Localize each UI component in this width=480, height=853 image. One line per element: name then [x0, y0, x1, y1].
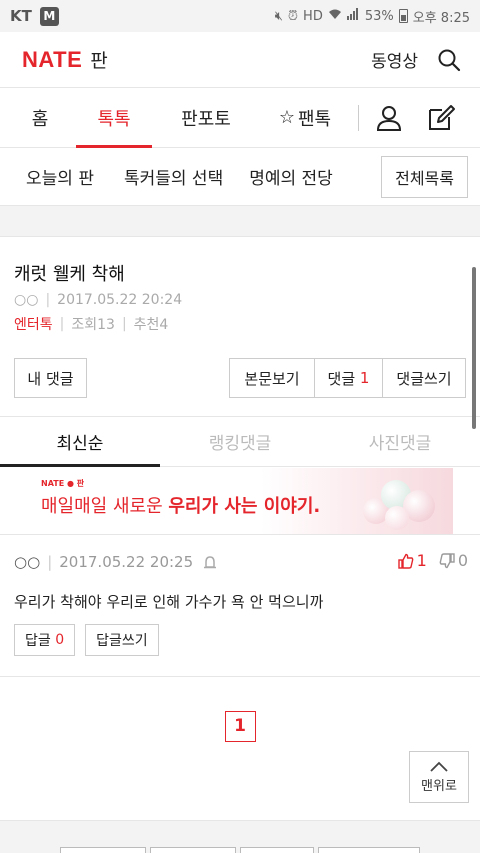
comment-text: 우리가 착해야 우리로 인해 가수가 욕 안 먹으니까 [14, 593, 324, 611]
nate-logo: NATE [22, 47, 83, 72]
app-header: NATE 판 동영상 [0, 32, 480, 88]
comment-date: 2017.05.22 20:25 [59, 553, 194, 571]
nate-pan-logo[interactable]: NATE 판 [22, 46, 108, 73]
write-comment-button[interactable]: 댓글쓰기 [382, 358, 466, 398]
battery-percent: 53% [364, 8, 394, 24]
back-to-top-label: 맨위로 [421, 778, 457, 794]
banner-text-bold: 우리가 사는 이야기. [168, 495, 321, 517]
downvote-count: 0 [457, 551, 468, 570]
footer-tab[interactable] [150, 847, 236, 853]
scrollbar[interactable] [472, 267, 476, 429]
replies-count: 0 [55, 632, 65, 648]
banner-text-plain: 매일매일 새로운 [41, 495, 169, 517]
replies-button[interactable]: 답글 0 [14, 624, 76, 656]
status-bar: KT M 🔇︎ ⏰︎ HD 53% 오후 8:25 [0, 0, 480, 32]
replies-label: 답글 [25, 633, 51, 649]
article-title[interactable]: 캐럿 웰케 착해 [14, 260, 466, 286]
footer-tab[interactable] [240, 847, 314, 853]
star-icon: ☆ [278, 107, 295, 128]
all-list-button[interactable]: 전체목록 [381, 155, 468, 198]
article-button-group: 본문보기 댓글 1 댓글쓰기 [229, 358, 466, 398]
article-stats: 엔터톡 | 조회13 | 추천4 [14, 314, 466, 334]
ad-banner[interactable]: NATE ● 판 매일매일 새로운 우리가 사는 이야기. [27, 467, 453, 534]
divider: | [45, 292, 51, 308]
article-actions: 내 댓글 본문보기 댓글 1 댓글쓰기 [14, 358, 466, 398]
battery-icon [398, 9, 408, 23]
divider: | [121, 316, 127, 332]
tab-panpoto[interactable]: 판포토 [156, 88, 256, 147]
main-nav: 홈 톡톡 판포토 ☆ 팬톡 [0, 88, 480, 148]
comment-actions: 답글 0 답글쓰기 [14, 624, 466, 656]
article-author: ○○ [14, 292, 39, 308]
tab-pantok[interactable]: ☆ 팬톡 [260, 88, 350, 147]
article-recommends: 추천4 [133, 317, 169, 333]
pearl-balloons-image [359, 476, 439, 530]
my-comments-button[interactable]: 내 댓글 [14, 358, 87, 398]
back-to-top-button[interactable]: 맨위로 [409, 751, 469, 803]
hd-icon: HD [303, 8, 323, 24]
sub-menu: 오늘의 판 톡커들의 선택 명예의 전당 전체목록 [0, 148, 480, 206]
user-icon[interactable] [363, 88, 415, 147]
article-date: 2017.05.22 20:24 [57, 292, 183, 308]
upvote-count: 1 [416, 551, 427, 570]
wifi-icon [328, 8, 342, 24]
banner-container: NATE ● 판 매일매일 새로운 우리가 사는 이야기. [0, 467, 480, 535]
tab-ranking[interactable]: 랭킹댓글 [160, 417, 320, 466]
mute-icon: 🔇︎ [274, 8, 283, 24]
write-reply-button[interactable]: 답글쓰기 [85, 624, 159, 656]
comment-votes: 1 0 [397, 551, 468, 570]
tab-latest[interactable]: 최신순 [0, 417, 160, 467]
nav-divider [358, 104, 359, 131]
comment-author: ○○ [14, 553, 41, 571]
comment-sort-tabs: 최신순 랭킹댓글 사진댓글 [0, 417, 480, 467]
carrier-label: KT [10, 7, 32, 25]
footer-tab[interactable] [318, 847, 420, 853]
tab-photo[interactable]: 사진댓글 [320, 417, 480, 466]
divider: | [47, 553, 53, 571]
status-icons: 🔇︎ ⏰︎ HD 53% 오후 8:25 [275, 7, 470, 26]
tab-home[interactable]: 홈 [14, 88, 66, 147]
report-icon[interactable] [203, 555, 217, 569]
upvote-button[interactable]: 1 [397, 551, 427, 570]
pagination: 1 [0, 677, 480, 773]
section-gap [0, 206, 480, 237]
submenu-talker-choice[interactable]: 톡커들의 선택 [124, 164, 223, 189]
comments-count: 1 [359, 369, 370, 387]
divider: | [59, 316, 65, 332]
article-views: 조회13 [71, 317, 115, 333]
alarm-icon: ⏰︎ [287, 8, 299, 24]
thumbs-up-icon [397, 553, 413, 569]
comments-button[interactable]: 댓글 1 [314, 358, 382, 398]
clock: 오후 8:25 [412, 10, 470, 26]
page-number-current[interactable]: 1 [224, 710, 256, 742]
article-category[interactable]: 엔터톡 [14, 314, 53, 334]
view-body-button[interactable]: 본문보기 [229, 358, 314, 398]
comment-item: ○○ | 2017.05.22 20:25 1 0 우리가 착해야 우리로 인해… [0, 535, 480, 677]
thumbs-down-icon [439, 552, 455, 568]
comments-label: 댓글 [327, 369, 356, 388]
submenu-today[interactable]: 오늘의 판 [26, 164, 94, 189]
section-name: 판 [90, 50, 108, 72]
article-meta: ○○ | 2017.05.22 20:24 [14, 292, 466, 308]
search-icon[interactable] [436, 47, 462, 73]
video-link[interactable]: 동영상 [371, 47, 418, 72]
footer-area [0, 820, 480, 853]
tab-pantok-label: 팬톡 [298, 108, 332, 130]
write-icon[interactable] [415, 88, 467, 147]
signal-icon [346, 8, 360, 24]
downvote-button[interactable]: 0 [439, 551, 468, 570]
footer-tab[interactable] [60, 847, 146, 853]
app-badge-icon: M [39, 6, 59, 26]
chevron-up-icon [430, 761, 448, 772]
tab-toktok[interactable]: 톡톡 [76, 88, 152, 148]
article-summary: 캐럿 웰케 착해 ○○ | 2017.05.22 20:24 엔터톡 | 조회1… [0, 237, 480, 429]
submenu-hall-of-fame[interactable]: 명예의 전당 [249, 164, 333, 189]
